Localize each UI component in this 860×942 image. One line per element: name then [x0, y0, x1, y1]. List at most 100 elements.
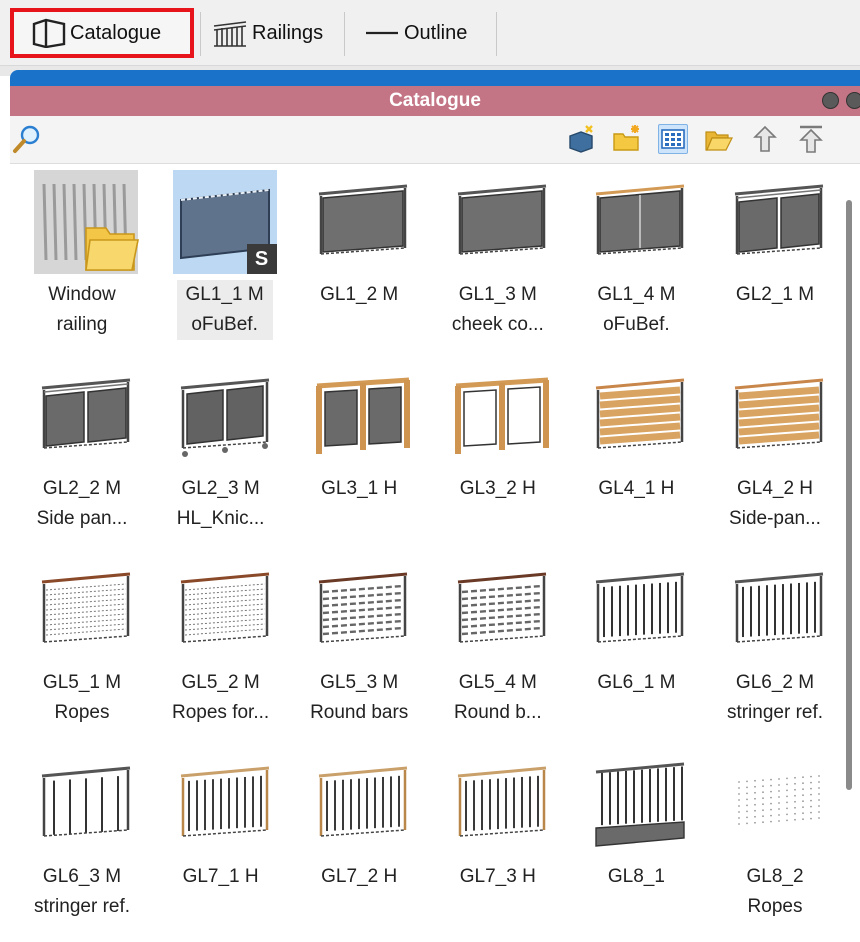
catalogue-item-thumbnail[interactable]: S	[172, 170, 277, 274]
railing-thumbnail-icon	[319, 766, 408, 837]
main-toolbar: Catalogue Railings Outline	[0, 0, 860, 66]
railing-thumbnail-icon	[316, 377, 411, 454]
catalogue-item[interactable]: GL6_2 M stringer ref.	[705, 558, 845, 748]
catalogue-item[interactable]: GL1_2 M	[289, 170, 429, 360]
railing-thumbnail-icon	[734, 378, 824, 449]
catalogue-item-thumbnail[interactable]	[311, 752, 415, 856]
railing-thumbnail-icon	[180, 766, 269, 837]
catalogue-item[interactable]: GL1_4 M oFuBef.	[566, 170, 706, 360]
catalogue-item-label: GL6_3 M stringer ref.	[12, 862, 152, 922]
catalogue-item-thumbnail[interactable]	[450, 170, 554, 274]
catalogue-item[interactable]: GL4_1 H	[566, 364, 706, 554]
catalogue-item[interactable]: GL6_1 M	[566, 558, 706, 748]
catalogue-item-thumbnail[interactable]	[727, 170, 831, 274]
catalogue-item-label: GL7_2 H	[289, 862, 429, 892]
item-description-line: Side pan...	[36, 508, 128, 529]
catalogue-item-label: GL7_3 H	[428, 862, 568, 892]
catalogue-item[interactable]: GL3_2 H	[428, 364, 568, 554]
catalogue-item-label: GL1_1 M oFuBef.	[176, 280, 273, 340]
outline-line-icon	[366, 31, 398, 35]
new-folder-icon[interactable]	[612, 124, 642, 154]
catalogue-item-thumbnail[interactable]	[588, 752, 692, 856]
catalogue-item[interactable]: GL5_3 M Round bars	[289, 558, 429, 748]
panel-titlebar[interactable]: Catalogue	[10, 86, 860, 116]
item-name-line: GL7_3 H	[459, 866, 536, 887]
catalogue-item-thumbnail[interactable]	[311, 364, 415, 468]
catalogue-item-thumbnail[interactable]	[173, 752, 277, 856]
catalogue-item-thumbnail[interactable]	[450, 752, 554, 856]
catalogue-item-thumbnail[interactable]	[450, 364, 554, 468]
railing-thumbnail-icon	[457, 766, 546, 837]
railing-thumbnail-icon	[319, 572, 408, 643]
catalogue-item-thumbnail[interactable]	[34, 364, 138, 468]
vertical-scrollbar[interactable]	[846, 200, 852, 790]
catalogue-item-thumbnail[interactable]	[588, 558, 692, 662]
panel-accent-bar	[10, 70, 860, 86]
catalogue-item-thumbnail[interactable]	[173, 558, 277, 662]
catalogue-item-thumbnail[interactable]	[34, 558, 138, 662]
catalogue-button[interactable]: Catalogue	[10, 8, 194, 58]
catalogue-item-thumbnail[interactable]	[588, 170, 692, 274]
catalogue-item[interactable]: Window railing	[12, 170, 152, 360]
panel-title: Catalogue	[389, 90, 481, 111]
item-name-line: GL6_3 M	[42, 866, 122, 887]
railing-thumbnail-icon	[180, 378, 269, 457]
catalogue-item-label: GL3_1 H	[289, 474, 429, 504]
catalogue-item[interactable]: GL7_3 H	[428, 752, 568, 942]
railings-button[interactable]: Railings	[208, 8, 338, 58]
catalogue-item-thumbnail[interactable]	[311, 170, 415, 274]
catalogue-item-label: GL1_2 M	[289, 280, 429, 310]
catalogue-item-thumbnail[interactable]	[311, 558, 415, 662]
catalogue-item[interactable]: S GL1_1 M oFuBef.	[151, 170, 291, 360]
catalogue-item-label: GL2_2 M Side pan...	[12, 474, 152, 534]
catalogue-grid: Window railing S GL1_1 M oFuBef. GL1_2 M GL…	[10, 164, 860, 924]
catalogue-item-thumbnail[interactable]	[450, 558, 554, 662]
search-icon[interactable]	[12, 124, 42, 154]
catalogue-item-thumbnail[interactable]	[727, 364, 831, 468]
catalogue-item[interactable]: GL4_2 H Side-pan...	[705, 364, 845, 554]
catalogue-item[interactable]: GL5_4 M Round b...	[428, 558, 568, 748]
catalogue-item[interactable]: GL3_1 H	[289, 364, 429, 554]
catalogue-item[interactable]: GL6_3 M stringer ref.	[12, 752, 152, 942]
item-name-line: GL7_2 H	[321, 866, 398, 887]
top-icon[interactable]	[796, 124, 826, 154]
catalogue-item-label: GL8_1	[566, 862, 706, 892]
catalogue-item[interactable]: GL8_1	[566, 752, 706, 942]
item-name-line: GL3_2 H	[459, 478, 536, 499]
item-description-line: Ropes for...	[172, 702, 270, 723]
catalogue-item[interactable]: GL7_1 H	[151, 752, 291, 942]
catalogue-item[interactable]: GL5_2 M Ropes for...	[151, 558, 291, 748]
catalogue-item-thumbnail[interactable]	[588, 364, 692, 468]
catalogue-item[interactable]: GL2_3 M HL_Knic...	[151, 364, 291, 554]
item-name-line: GL7_1 H	[182, 866, 259, 887]
catalogue-icon	[32, 18, 66, 48]
catalogue-item-label: GL1_4 M oFuBef.	[566, 280, 706, 340]
catalogue-item-thumbnail[interactable]	[173, 364, 277, 468]
item-name-line: GL1_2 M	[320, 284, 399, 305]
catalogue-item[interactable]: GL8_2 Ropes	[705, 752, 845, 942]
open-folder-icon[interactable]	[704, 124, 734, 154]
railing-thumbnail-icon	[319, 184, 408, 255]
catalogue-item-thumbnail[interactable]	[727, 752, 831, 856]
catalogue-item[interactable]: GL5_1 M Ropes	[12, 558, 152, 748]
item-name-line: GL3_1 H	[321, 478, 398, 499]
help-icon[interactable]	[822, 92, 839, 109]
catalogue-item[interactable]: GL1_3 M cheek co...	[428, 170, 568, 360]
catalogue-item[interactable]: GL2_2 M Side pan...	[12, 364, 152, 554]
railing-thumbnail-icon	[457, 184, 546, 255]
catalogue-item-label: GL2_1 M	[705, 280, 845, 310]
view-grid-icon[interactable]	[658, 124, 688, 154]
railings-button-label: Railings	[252, 21, 324, 44]
import-icon[interactable]	[566, 124, 596, 154]
toolbar-separator	[344, 12, 345, 56]
up-icon[interactable]	[750, 124, 780, 154]
catalogue-item-thumbnail[interactable]	[727, 558, 831, 662]
outline-button[interactable]: Outline	[360, 8, 480, 58]
close-icon[interactable]	[846, 92, 860, 109]
catalogue-item-thumbnail[interactable]	[34, 170, 139, 274]
item-name-line: GL1_4 M	[597, 284, 676, 305]
catalogue-item[interactable]: GL2_1 M	[705, 170, 845, 360]
item-name-line: GL5_2 M	[181, 672, 260, 693]
catalogue-item[interactable]: GL7_2 H	[289, 752, 429, 942]
catalogue-item-thumbnail[interactable]	[34, 752, 138, 856]
